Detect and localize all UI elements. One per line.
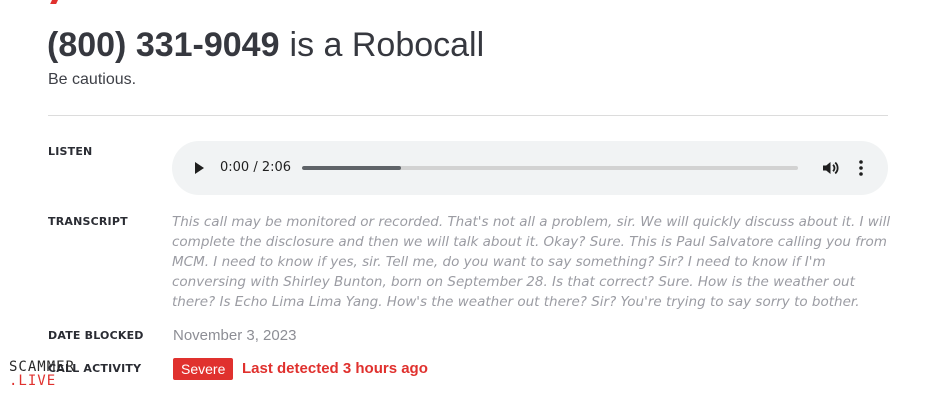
call-verdict: is a Robocall bbox=[289, 26, 485, 64]
audio-player[interactable]: 0:00 / 2:06 bbox=[172, 141, 888, 195]
divider bbox=[48, 115, 888, 116]
site-watermark: SCAMMER .LIVE bbox=[9, 360, 75, 388]
last-detected-text: Last detected 3 hours ago bbox=[242, 360, 428, 377]
audio-time: 0:00 / 2:06 bbox=[220, 160, 292, 175]
page-title: (800) 331-9049 is a Robocall bbox=[47, 24, 484, 66]
audio-progress-fill bbox=[302, 166, 402, 170]
watermark-line-1: SCAMMER bbox=[9, 359, 76, 375]
date-blocked-value: November 3, 2023 bbox=[173, 327, 297, 344]
listen-label: LISTEN bbox=[48, 145, 93, 158]
page: (800) 331-9049 is a Robocall Be cautious.… bbox=[0, 0, 932, 403]
watermark-line-2: .LIVE bbox=[9, 373, 57, 389]
phone-number: (800) 331-9049 bbox=[47, 26, 280, 64]
transcript-text: This call may be monitored or recorded. … bbox=[172, 214, 891, 310]
page-subtitle: Be cautious. bbox=[48, 71, 137, 88]
brand-corner-mark bbox=[50, 0, 60, 4]
audio-progress-bar[interactable] bbox=[302, 166, 798, 170]
severity-badge: Severe bbox=[173, 358, 234, 380]
play-icon[interactable] bbox=[195, 162, 204, 174]
volume-icon[interactable] bbox=[820, 158, 840, 178]
transcript-label: TRANSCRIPT bbox=[48, 215, 128, 228]
more-vertical-icon[interactable] bbox=[856, 158, 866, 178]
date-blocked-label: DATE BLOCKED bbox=[48, 329, 144, 342]
